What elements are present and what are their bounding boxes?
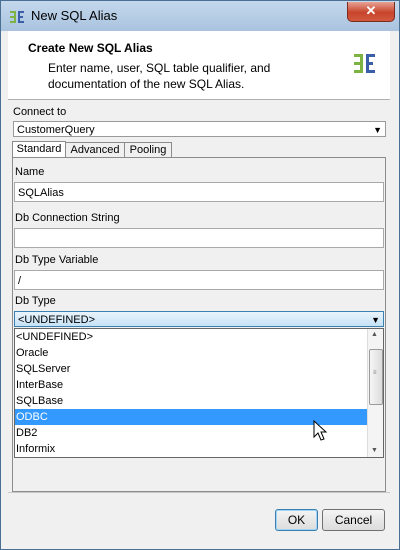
ok-button[interactable]: OK — [275, 509, 318, 531]
grip-icon: ≡ — [373, 370, 377, 376]
list-item[interactable]: <UNDEFINED> — [15, 329, 367, 345]
tab-advanced-label: Advanced — [70, 144, 120, 156]
db-type-variable-label: Db Type Variable — [15, 254, 99, 266]
scrollbar-thumb[interactable]: ≡ — [369, 349, 383, 405]
list-item[interactable]: SQLServer — [15, 361, 367, 377]
scroll-up-icon[interactable]: ▲ — [371, 331, 378, 338]
list-item[interactable]: Informix — [15, 441, 367, 457]
dialog-header: Create New SQL Alias Enter name, user, S… — [8, 31, 390, 100]
header-description: Enter name, user, SQL table qualifier, a… — [48, 61, 271, 91]
tab-pooling-label: Pooling — [129, 144, 167, 156]
cancel-button[interactable]: Cancel — [322, 509, 385, 531]
sql-alias-logo-icon — [354, 54, 375, 73]
close-icon: ✕ — [365, 3, 377, 18]
window-title: New SQL Alias — [31, 8, 118, 23]
connect-to-value: CustomerQuery — [17, 124, 95, 136]
header-title: Create New SQL Alias — [28, 41, 153, 55]
dropdown-scrollbar[interactable]: ▲ ≡ ▼ — [367, 329, 383, 457]
name-input[interactable]: SQLAlias — [14, 182, 384, 202]
list-item[interactable]: Oracle — [15, 345, 367, 361]
mouse-cursor-icon — [313, 420, 328, 441]
connection-string-label: Db Connection String — [15, 212, 120, 224]
db-type-variable-input[interactable]: / — [14, 270, 384, 290]
list-item[interactable]: SQLBase — [15, 393, 367, 409]
title-bar[interactable]: New SQL Alias ✕ — [1, 1, 399, 31]
tab-standard-label: Standard — [16, 143, 62, 155]
db-type-label: Db Type — [15, 295, 56, 307]
db-type-select[interactable]: <UNDEFINED> ▼ — [14, 311, 384, 327]
sql-alias-icon — [10, 11, 24, 23]
footer-divider — [8, 492, 390, 493]
connect-to-label: Connect to — [13, 106, 67, 118]
connection-string-input[interactable] — [14, 228, 384, 248]
tab-advanced[interactable]: Advanced — [65, 142, 125, 158]
close-button[interactable]: ✕ — [347, 2, 395, 22]
name-label: Name — [15, 166, 45, 178]
list-item[interactable]: InterBase — [15, 377, 367, 393]
connect-to-select[interactable]: CustomerQuery ▼ — [13, 121, 386, 137]
db-type-value: <UNDEFINED> — [18, 314, 96, 326]
chevron-down-icon: ▼ — [373, 125, 382, 135]
scroll-down-icon[interactable]: ▼ — [371, 447, 378, 454]
chevron-down-icon: ▼ — [371, 315, 380, 325]
tab-pooling[interactable]: Pooling — [124, 142, 172, 158]
